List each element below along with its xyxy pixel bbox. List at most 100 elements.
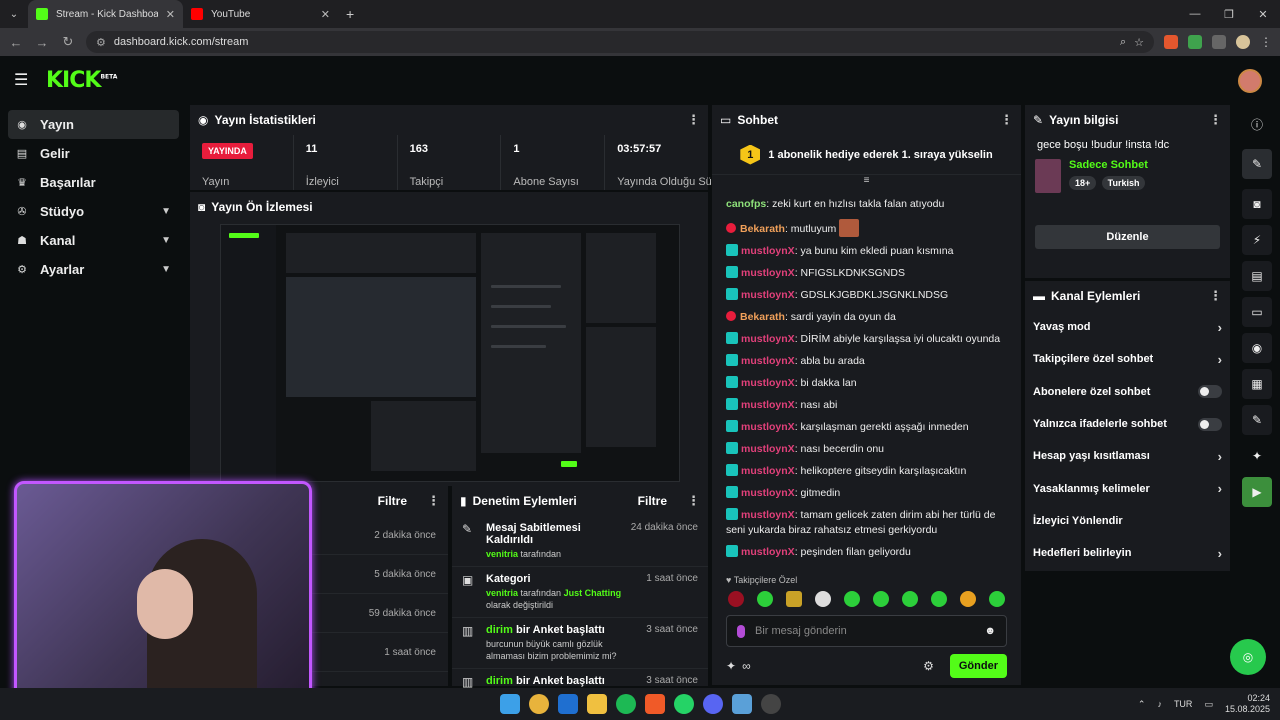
address-bar[interactable]: ⚙ dashboard.kick.com/stream ⌕ ☆ bbox=[86, 31, 1154, 53]
more-options-icon[interactable]: ⋮ bbox=[1209, 112, 1222, 128]
points-icon[interactable]: ✦ bbox=[726, 659, 736, 673]
maximize-icon[interactable]: ❐ bbox=[1212, 8, 1246, 21]
close-tab-icon[interactable]: ✕ bbox=[166, 8, 175, 21]
sidebar-item-ayarlar[interactable]: ⚙ Ayarlar ▼ bbox=[8, 255, 179, 284]
emote-icon[interactable] bbox=[815, 591, 831, 607]
clock[interactable]: 02:24 15.08.2025 bbox=[1225, 693, 1270, 715]
chat-username[interactable]: mustloynX bbox=[741, 245, 795, 257]
tab-search-icon[interactable]: ⌄ bbox=[0, 9, 28, 20]
emote-icon[interactable] bbox=[728, 591, 744, 607]
puzzle-icon[interactable] bbox=[1212, 35, 1226, 49]
more-options-icon[interactable]: ⋮ bbox=[1209, 288, 1222, 304]
more-options-icon[interactable]: ⋮ bbox=[1000, 112, 1013, 128]
action-raid[interactable]: İzleyici Yönlendir bbox=[1025, 505, 1230, 537]
sidebar-item-yayin[interactable]: ◉ Yayın bbox=[8, 110, 179, 139]
mod-user[interactable]: venitria bbox=[486, 588, 518, 598]
more-options-icon[interactable]: ⋮ bbox=[427, 493, 440, 509]
broadcast-icon[interactable]: ◉ bbox=[1242, 333, 1272, 363]
emote-icon[interactable] bbox=[902, 591, 918, 607]
chat-username[interactable]: mustloynX bbox=[741, 443, 795, 455]
chat-username[interactable]: mustloynX bbox=[741, 333, 795, 345]
filter-button[interactable]: Filtre bbox=[638, 494, 667, 508]
mod-user[interactable]: venitria bbox=[486, 549, 518, 559]
whatsapp-icon[interactable] bbox=[674, 694, 694, 714]
chat-input[interactable]: Bir mesaj gönderin ☻ bbox=[726, 615, 1007, 647]
chat-username[interactable]: mustloynX bbox=[741, 399, 795, 411]
chat-username[interactable]: mustloynX bbox=[741, 546, 795, 558]
zoom-icon[interactable]: ⌕ bbox=[1120, 36, 1126, 49]
brave-icon[interactable] bbox=[645, 694, 665, 714]
more-options-icon[interactable]: ⋮ bbox=[687, 112, 700, 128]
emoji-icon[interactable]: ☻ bbox=[984, 625, 996, 637]
chat-username[interactable]: mustloynX bbox=[741, 355, 795, 367]
emote-icon[interactable] bbox=[757, 591, 773, 607]
sidebar-item-kanal[interactable]: ☗ Kanal ▼ bbox=[8, 226, 179, 255]
drops-icon[interactable]: ✦ bbox=[1242, 441, 1272, 471]
minimize-icon[interactable]: — bbox=[1178, 8, 1212, 20]
edit-pencil-icon[interactable]: ✎ bbox=[1242, 149, 1272, 179]
tab-kick-dashboard[interactable]: Stream - Kick Dashboard ✕ bbox=[28, 0, 183, 28]
emote-icon[interactable] bbox=[931, 591, 947, 607]
camera-icon[interactable]: ◙ bbox=[1242, 189, 1272, 219]
emote-icon[interactable] bbox=[844, 591, 860, 607]
chat-settings-gear-icon[interactable]: ⚙ bbox=[923, 659, 934, 673]
chat-username[interactable]: mustloynX bbox=[741, 465, 795, 477]
mod-user[interactable]: dirim bbox=[486, 675, 513, 687]
bookmark-star-icon[interactable]: ☆ bbox=[1134, 36, 1144, 49]
app-icon[interactable] bbox=[732, 694, 752, 714]
emote-icon[interactable] bbox=[989, 591, 1005, 607]
action-goals[interactable]: Hedefleri belirleyin › bbox=[1025, 537, 1230, 569]
document-icon[interactable]: ▤ bbox=[1242, 261, 1272, 291]
discord-icon[interactable] bbox=[703, 694, 723, 714]
folder-icon[interactable] bbox=[587, 694, 607, 714]
emote-icon[interactable] bbox=[786, 591, 802, 607]
chat-username[interactable]: canofps bbox=[726, 198, 766, 210]
sidebar-item-basarilar[interactable]: ♛ Başarılar bbox=[8, 168, 179, 197]
more-options-icon[interactable]: ⋮ bbox=[687, 493, 700, 509]
chat-username[interactable]: Bekarath bbox=[740, 311, 785, 323]
chat-username[interactable]: mustloynX bbox=[741, 421, 795, 433]
emote-icon[interactable] bbox=[873, 591, 889, 607]
reload-icon[interactable]: ↻ bbox=[60, 34, 76, 50]
info-icon[interactable]: ⓘ bbox=[1242, 109, 1272, 139]
wrench-icon[interactable]: ✎ bbox=[1242, 405, 1272, 435]
language-indicator[interactable]: TUR bbox=[1174, 699, 1193, 709]
chat-username[interactable]: mustloynX bbox=[741, 289, 795, 301]
emote-icon[interactable] bbox=[960, 591, 976, 607]
microphone-icon[interactable] bbox=[737, 624, 745, 638]
mod-user[interactable]: dirim bbox=[486, 624, 513, 636]
mod-target[interactable]: Just Chatting bbox=[564, 588, 622, 598]
category-name[interactable]: Sadece Sohbet bbox=[1069, 159, 1148, 171]
edit-button[interactable]: Düzenle bbox=[1035, 225, 1220, 249]
close-tab-icon[interactable]: ✕ bbox=[321, 8, 330, 21]
new-tab-button[interactable]: + bbox=[338, 6, 362, 22]
layout-icon[interactable]: ▦ bbox=[1242, 369, 1272, 399]
chevron-up-icon[interactable]: ⌃ bbox=[1138, 699, 1146, 710]
app-icon[interactable]: ▶ bbox=[1242, 477, 1272, 507]
tab-youtube[interactable]: YouTube ✕ bbox=[183, 0, 338, 28]
profile-icon[interactable] bbox=[1236, 35, 1250, 49]
subscriber-only-toggle[interactable] bbox=[1198, 385, 1222, 399]
back-icon[interactable]: ← bbox=[8, 35, 24, 50]
chat-username[interactable]: mustloynX bbox=[741, 487, 795, 499]
gift-leaderboard-banner[interactable]: 1 1 abonelik hediye ederek 1. sıraya yük… bbox=[712, 135, 1021, 175]
chrome-icon[interactable] bbox=[529, 694, 549, 714]
spotify-icon[interactable] bbox=[616, 694, 636, 714]
network-icon[interactable]: ▭ bbox=[1204, 699, 1213, 710]
chat-icon[interactable]: ▭ bbox=[1242, 297, 1272, 327]
infinity-icon[interactable]: ∞ bbox=[742, 659, 751, 673]
chat-username[interactable]: mustloynX bbox=[741, 377, 795, 389]
emote-only-toggle[interactable] bbox=[1198, 417, 1222, 431]
extension-icon[interactable] bbox=[1164, 35, 1178, 49]
chat-username[interactable]: mustloynX bbox=[741, 509, 795, 521]
filter-button[interactable]: Filtre bbox=[378, 494, 407, 508]
site-info-icon[interactable]: ⚙ bbox=[96, 36, 106, 49]
obs-icon[interactable] bbox=[761, 694, 781, 714]
pinned-toggle-icon[interactable]: ≡ bbox=[712, 175, 1021, 191]
avatar[interactable] bbox=[1238, 69, 1262, 93]
windows-start-icon[interactable] bbox=[500, 694, 520, 714]
kick-logo[interactable]: KICKBETA bbox=[46, 68, 117, 93]
action-follower-only[interactable]: Takipçilere özel sohbet › bbox=[1025, 343, 1230, 375]
microphone-icon[interactable]: ♪ bbox=[1157, 699, 1162, 709]
chat-username[interactable]: Bekarath bbox=[740, 223, 785, 235]
